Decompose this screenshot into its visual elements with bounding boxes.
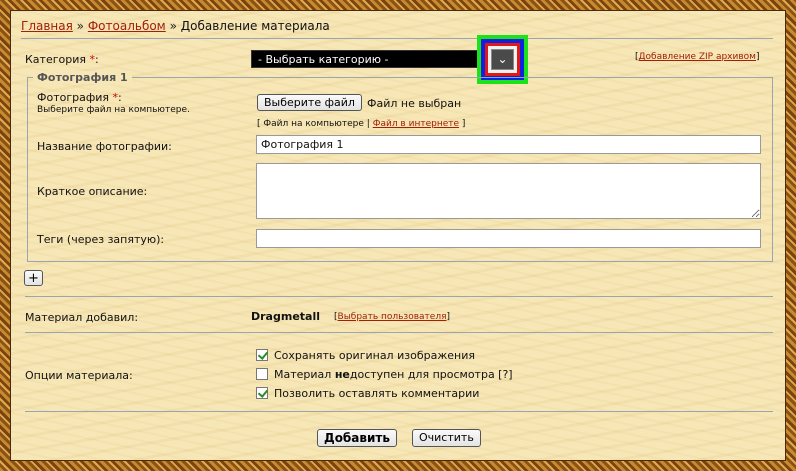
photo-file-label: Фотография *: — [37, 91, 122, 104]
file-source-switch: [ Файл на компьютере | Файл в интернете … — [257, 119, 466, 129]
choose-file-button[interactable]: Выберите файл — [257, 94, 362, 111]
choose-user-link-group: [Выбрать пользователя] — [334, 312, 451, 322]
choose-user-link[interactable]: Выбрать пользователя — [338, 312, 447, 322]
options-label: Опции материала: — [25, 369, 133, 382]
photo-title-input[interactable] — [256, 135, 761, 154]
clear-button[interactable]: Очистить — [412, 429, 481, 447]
source-local-link[interactable]: Файл на компьютере — [263, 119, 364, 129]
submit-button[interactable]: Добавить — [317, 429, 397, 447]
photo-title-label: Название фотографии: — [37, 140, 172, 153]
option-allow-comments[interactable]: Позволить оставлять комментарии — [256, 386, 479, 400]
source-internet-link[interactable]: Файл в интернете — [373, 119, 459, 129]
highlight-box-inner: ⌄ — [481, 39, 524, 80]
chevron-down-icon: ⌄ — [497, 52, 508, 66]
photo-file-hint: Выберите файл на компьютере. — [37, 105, 190, 115]
unavailable-checkbox[interactable] — [256, 368, 268, 380]
breadcrumb-current: Добавление материала — [180, 19, 330, 33]
allow-comments-checkbox[interactable] — [256, 387, 268, 399]
breadcrumb-separator: » — [76, 19, 85, 33]
divider — [21, 38, 773, 39]
highlight-box-inner: ⌄ — [485, 43, 520, 76]
form-panel: Главная » Фотоальбом » Добавление матери… — [10, 10, 786, 461]
breadcrumb-home[interactable]: Главная — [21, 19, 73, 33]
short-description-textarea[interactable] — [256, 163, 761, 219]
category-dropdown-button[interactable]: ⌄ — [491, 49, 514, 70]
breadcrumb-separator: » — [169, 19, 177, 33]
add-photo-button[interactable]: + — [24, 270, 43, 286]
option-label: Сохранять оригинал изображения — [274, 348, 475, 362]
option-label: Позволить оставлять комментарии — [274, 386, 480, 400]
option-keep-original[interactable]: Сохранять оригинал изображения — [256, 348, 475, 362]
photo-fieldset-legend: Фотография 1 — [33, 71, 132, 84]
short-description-label: Краткое описание: — [37, 185, 148, 198]
option-label: Материал недоступен для просмотра [?] — [274, 367, 513, 381]
author-label: Материал добавил: — [25, 311, 139, 324]
tags-input[interactable] — [256, 229, 761, 248]
wooden-frame: Главная » Фотоальбом » Добавление матери… — [0, 0, 796, 471]
option-unavailable[interactable]: Материал недоступен для просмотра [?] — [256, 367, 513, 381]
highlight-box-inner: ⌄ — [488, 46, 517, 73]
zip-upload-link-group: [Добавление ZIP архивом] — [635, 52, 760, 62]
breadcrumb-photoalbum[interactable]: Фотоальбом — [88, 19, 166, 33]
author-name: Dragmetall — [251, 310, 320, 323]
divider — [25, 296, 773, 297]
tags-label: Теги (через запятую): — [37, 233, 165, 246]
divider — [25, 411, 773, 412]
no-file-chosen-text: Файл не выбран — [367, 97, 462, 110]
zip-upload-link[interactable]: Добавление ZIP архивом — [639, 52, 756, 62]
breadcrumb: Главная » Фотоальбом » Добавление матери… — [21, 19, 330, 33]
category-label: Категория *: — [25, 53, 99, 66]
divider — [25, 332, 773, 333]
keep-original-checkbox[interactable] — [256, 349, 268, 361]
